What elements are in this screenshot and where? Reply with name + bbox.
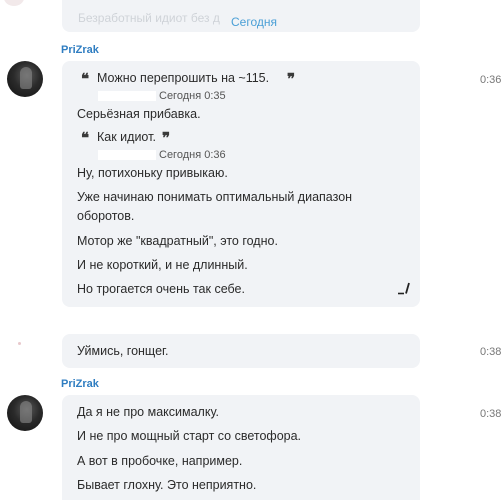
avatar[interactable] <box>4 0 24 6</box>
quote-author[interactable] <box>98 150 156 160</box>
message-line: Да я не про максималку. <box>77 405 219 419</box>
quote-close-icon: ❞ <box>162 130 171 147</box>
quote-text: Как идиот. <box>97 130 156 144</box>
message-line: Мотор же "квадратный", это годно. <box>77 234 278 248</box>
message-time: 0:36 <box>480 74 502 86</box>
message-line: Ну, потихоньку привыкаю. <box>77 166 228 180</box>
message-line: И не короткий, и не длинный. <box>77 258 248 272</box>
message-line: оборотов. <box>77 209 135 223</box>
avatar[interactable] <box>18 342 21 345</box>
message-line: Уже начинаю понимать оптимальный диапазо… <box>77 190 353 204</box>
date-separator: Сегодня <box>231 15 277 29</box>
message-line: Бывает глохну. Это неприятно. <box>77 478 257 492</box>
message-time: 0:38 <box>480 408 502 420</box>
quote-open-icon: ❝ <box>81 130 90 147</box>
message-line: А вот в пробочке, например. <box>77 454 243 468</box>
message-time: 0:38 <box>480 346 502 358</box>
message-author[interactable]: PriZrak <box>61 44 99 56</box>
pencil-edit-icon[interactable] <box>397 281 411 295</box>
message-line: И не про мощный старт со светофора. <box>77 429 302 443</box>
quote-meta[interactable]: Сегодня 0:35 <box>159 90 226 102</box>
avatar[interactable] <box>7 395 43 431</box>
quote-meta[interactable]: Сегодня 0:36 <box>159 149 226 161</box>
message-line: Уймись, гонщег. <box>77 344 169 358</box>
quote-close-icon: ❞ <box>287 71 296 88</box>
quote-open-icon: ❝ <box>81 71 90 88</box>
message-line: Но трогается очень так себе. <box>77 282 245 296</box>
quote-author[interactable] <box>98 91 156 101</box>
avatar[interactable] <box>7 61 43 97</box>
quote-text: Можно перепрошить на ~115. <box>97 71 270 85</box>
faded-message-text: Безработный идиот без д <box>78 11 220 25</box>
message-line: Серьёзная прибавка. <box>77 107 201 121</box>
message-author[interactable]: PriZrak <box>61 378 99 390</box>
